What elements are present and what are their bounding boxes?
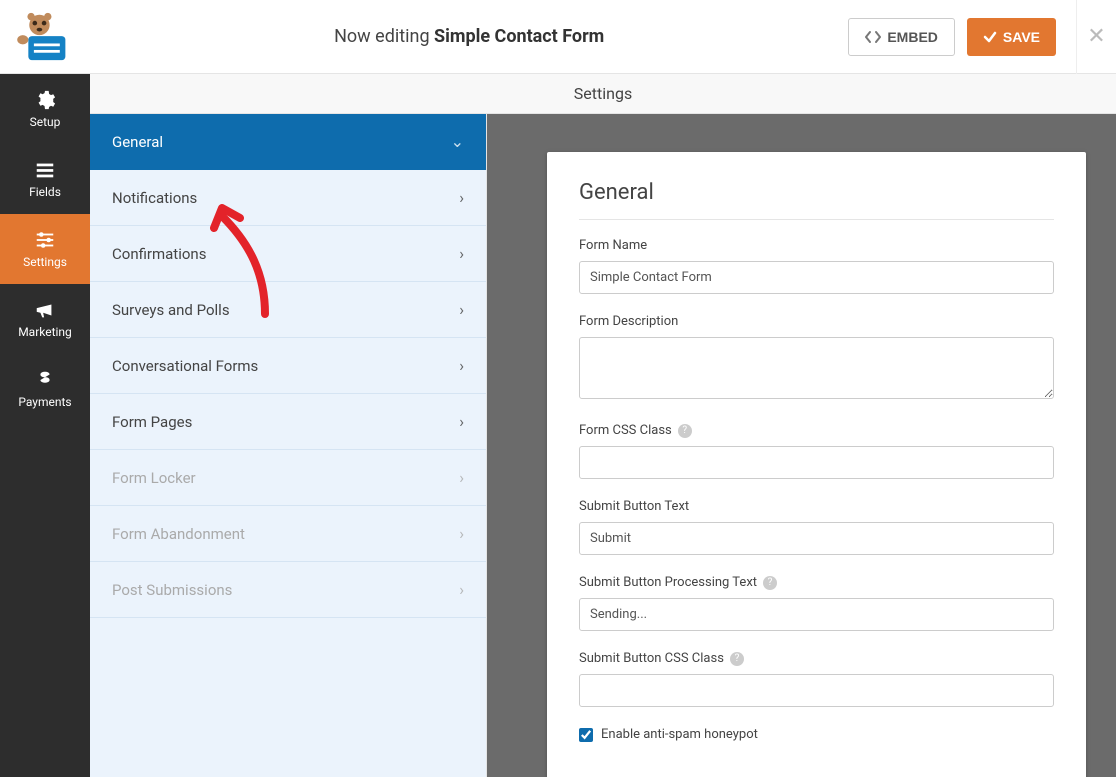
subnav-item-postsubmissions[interactable]: Post Submissions ›	[90, 562, 486, 618]
field-label: Form CSS Class ?	[579, 423, 1054, 438]
submit-text-input[interactable]	[579, 522, 1054, 555]
sidebar-item-label: Marketing	[18, 325, 72, 339]
honeypot-checkbox[interactable]	[579, 728, 593, 742]
subnav-item-label: Conversational Forms	[112, 357, 258, 375]
gear-icon	[34, 89, 56, 111]
chevron-right-icon: ›	[459, 188, 464, 207]
chevron-right-icon: ›	[459, 524, 464, 543]
sidebar: Setup Fields Settings Marketing Payments	[0, 74, 90, 777]
top-header: Now editing Simple Contact Form EMBED SA…	[0, 0, 1116, 74]
chevron-right-icon: ›	[459, 244, 464, 263]
wpforms-logo-icon	[17, 12, 73, 62]
help-icon[interactable]: ?	[763, 576, 777, 590]
sidebar-item-fields[interactable]: Fields	[0, 144, 90, 214]
sidebar-item-payments[interactable]: Payments	[0, 354, 90, 424]
chevron-right-icon: ›	[459, 580, 464, 599]
field-submit-processing: Submit Button Processing Text ?	[579, 575, 1054, 631]
header-buttons: EMBED SAVE	[848, 18, 1076, 56]
embed-button[interactable]: EMBED	[848, 18, 955, 56]
list-icon	[34, 159, 56, 181]
subnav-item-conversational[interactable]: Conversational Forms ›	[90, 338, 486, 394]
sidebar-item-settings[interactable]: Settings	[0, 214, 90, 284]
logo	[0, 12, 90, 62]
settings-subnav: General ⌄ Notifications › Confirmations …	[90, 114, 487, 777]
close-button[interactable]: ✕	[1076, 0, 1116, 74]
subnav-item-label: Confirmations	[112, 245, 206, 263]
editing-form-name: Simple Contact Form	[434, 26, 604, 47]
field-label: Form Description	[579, 314, 1054, 329]
field-form-css-class: Form CSS Class ?	[579, 423, 1054, 479]
field-label: Submit Button CSS Class ?	[579, 651, 1054, 666]
chevron-down-icon: ⌄	[451, 132, 464, 151]
field-label: Submit Button Processing Text ?	[579, 575, 1054, 590]
field-form-description: Form Description	[579, 314, 1054, 403]
subnav-item-surveys[interactable]: Surveys and Polls ›	[90, 282, 486, 338]
subnav-item-label: Form Abandonment	[112, 525, 245, 543]
sidebar-item-marketing[interactable]: Marketing	[0, 284, 90, 354]
content-body: General ⌄ Notifications › Confirmations …	[90, 114, 1116, 777]
field-honeypot: Enable anti-spam honeypot	[579, 727, 1054, 742]
help-icon[interactable]: ?	[730, 652, 744, 666]
subnav-item-notifications[interactable]: Notifications ›	[90, 170, 486, 226]
code-icon	[865, 30, 881, 44]
sidebar-item-setup[interactable]: Setup	[0, 74, 90, 144]
field-submit-css-class: Submit Button CSS Class ?	[579, 651, 1054, 707]
content: Settings General ⌄ Notifications › Confi…	[90, 74, 1116, 777]
dollar-icon	[34, 369, 56, 391]
subnav-item-formpages[interactable]: Form Pages ›	[90, 394, 486, 450]
megaphone-icon	[34, 299, 56, 321]
save-button[interactable]: SAVE	[967, 18, 1056, 56]
subnav-item-label: Post Submissions	[112, 581, 232, 599]
main: Setup Fields Settings Marketing Payments…	[0, 74, 1116, 777]
subnav-item-formlocker[interactable]: Form Locker ›	[90, 450, 486, 506]
sidebar-item-label: Settings	[23, 255, 67, 269]
subnav-item-confirmations[interactable]: Confirmations ›	[90, 226, 486, 282]
page-title: Now editing Simple Contact Form	[90, 26, 848, 47]
section-title-bar: Settings	[90, 74, 1116, 114]
sidebar-item-label: Payments	[18, 395, 71, 409]
form-name-input[interactable]	[579, 261, 1054, 294]
field-label: Submit Button Text	[579, 499, 1054, 514]
form-css-class-input[interactable]	[579, 446, 1054, 479]
subnav-item-label: Form Locker	[112, 469, 196, 487]
field-submit-text: Submit Button Text	[579, 499, 1054, 555]
chevron-right-icon: ›	[459, 468, 464, 487]
subnav-item-label: Notifications	[112, 189, 197, 207]
settings-panel: General Form Name Form Description Form …	[547, 152, 1086, 777]
submit-css-class-input[interactable]	[579, 674, 1054, 707]
panel-title: General	[579, 180, 1054, 220]
form-description-input[interactable]	[579, 337, 1054, 399]
sidebar-item-label: Setup	[30, 115, 61, 129]
check-icon	[983, 30, 997, 44]
help-icon[interactable]: ?	[678, 424, 692, 438]
sidebar-item-label: Fields	[29, 185, 61, 199]
sliders-icon	[34, 229, 56, 251]
panel-wrap: General Form Name Form Description Form …	[487, 114, 1116, 777]
subnav-item-general[interactable]: General ⌄	[90, 114, 486, 170]
chevron-right-icon: ›	[459, 300, 464, 319]
subnav-item-label: General	[112, 133, 163, 151]
field-label: Form Name	[579, 238, 1054, 253]
close-icon: ✕	[1087, 24, 1105, 49]
chevron-right-icon: ›	[459, 356, 464, 375]
chevron-right-icon: ›	[459, 412, 464, 431]
section-title: Settings	[574, 84, 632, 103]
subnav-item-label: Form Pages	[112, 413, 192, 431]
subnav-item-abandonment[interactable]: Form Abandonment ›	[90, 506, 486, 562]
submit-processing-input[interactable]	[579, 598, 1054, 631]
honeypot-label: Enable anti-spam honeypot	[601, 727, 758, 742]
field-form-name: Form Name	[579, 238, 1054, 294]
subnav-item-label: Surveys and Polls	[112, 301, 230, 319]
editing-prefix: Now editing	[334, 26, 429, 47]
